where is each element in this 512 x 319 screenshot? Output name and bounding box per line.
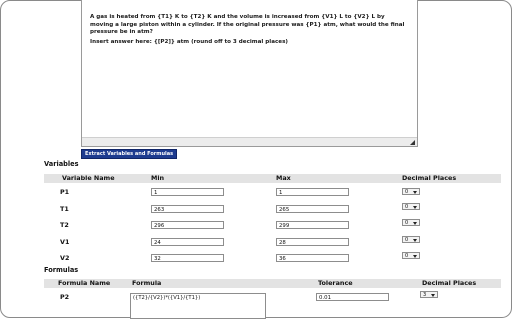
header-min: Min bbox=[151, 174, 165, 182]
decimal-value-v2: 0 bbox=[405, 253, 409, 259]
decimal-select-v2[interactable]: 0 bbox=[402, 252, 420, 259]
max-input-p1[interactable]: 1 bbox=[276, 188, 349, 196]
decimal-value-p1: 0 bbox=[405, 189, 409, 195]
decimal-select-t2[interactable]: 0 bbox=[402, 219, 420, 226]
editor-status-bar bbox=[82, 137, 417, 146]
formulas-heading: Formulas bbox=[44, 266, 79, 274]
decimal-select-v1[interactable]: 0 bbox=[402, 236, 420, 243]
chevron-down-icon bbox=[413, 206, 417, 209]
header-formula-decimal-places: Decimal Places bbox=[422, 279, 477, 287]
formulas-header-row: Formula Name Formula Tolerance Decimal P… bbox=[44, 279, 501, 288]
max-input-t1[interactable]: 265 bbox=[276, 205, 349, 213]
header-formula-name: Formula Name bbox=[58, 279, 111, 287]
tolerance-input-p2[interactable]: 0.01 bbox=[316, 293, 389, 301]
extract-variables-button[interactable]: Extract Variables and Formulas bbox=[81, 149, 178, 159]
question-editor[interactable]: A gas is heated from {T1} K to {T2} K an… bbox=[81, 0, 418, 147]
min-input-t2[interactable]: 296 bbox=[151, 221, 224, 229]
header-decimal-places: Decimal Places bbox=[402, 174, 457, 182]
max-input-v1[interactable]: 28 bbox=[276, 238, 349, 246]
decimal-value-v1: 0 bbox=[405, 237, 409, 243]
chevron-down-icon bbox=[413, 222, 417, 225]
header-formula: Formula bbox=[132, 279, 162, 287]
min-input-v2[interactable]: 32 bbox=[151, 254, 224, 262]
min-input-t1[interactable]: 263 bbox=[151, 205, 224, 213]
formula-input-p2[interactable]: ({T2}/{V2})*({V1}/{T1}) bbox=[130, 293, 266, 319]
max-input-t2[interactable]: 299 bbox=[276, 221, 349, 229]
formula-name-p2: P2 bbox=[60, 293, 70, 301]
chevron-down-icon bbox=[413, 255, 417, 258]
answer-prompt: Insert answer here: {[P2]} atm (round of… bbox=[90, 39, 288, 45]
min-input-p1[interactable]: 1 bbox=[151, 188, 224, 196]
header-variable-name: Variable Name bbox=[62, 174, 115, 182]
decimal-select-p1[interactable]: 0 bbox=[402, 188, 420, 195]
variable-name-v2: V2 bbox=[60, 254, 70, 262]
variable-name-p1: P1 bbox=[60, 188, 70, 196]
decimal-select-p2[interactable]: 3 bbox=[420, 291, 438, 298]
decimal-value-t1: 0 bbox=[405, 204, 409, 210]
resize-handle-icon[interactable] bbox=[410, 140, 415, 145]
decimal-value-p2: 3 bbox=[423, 292, 427, 298]
header-tolerance: Tolerance bbox=[318, 279, 353, 287]
question-text: A gas is heated from {T1} K to {T2} K an… bbox=[90, 14, 405, 36]
chevron-down-icon bbox=[431, 294, 435, 297]
chevron-down-icon bbox=[413, 239, 417, 242]
variable-name-t2: T2 bbox=[60, 221, 69, 229]
decimal-value-t2: 0 bbox=[405, 220, 409, 226]
chevron-down-icon bbox=[413, 191, 417, 194]
variable-name-v1: V1 bbox=[60, 238, 70, 246]
decimal-select-t1[interactable]: 0 bbox=[402, 203, 420, 210]
variables-heading: Variables bbox=[44, 160, 79, 168]
max-input-v2[interactable]: 36 bbox=[276, 254, 349, 262]
header-max: Max bbox=[276, 174, 291, 182]
variables-header-row: Variable Name Min Max Decimal Places bbox=[44, 174, 501, 183]
min-input-v1[interactable]: 24 bbox=[151, 238, 224, 246]
variable-name-t1: T1 bbox=[60, 205, 69, 213]
